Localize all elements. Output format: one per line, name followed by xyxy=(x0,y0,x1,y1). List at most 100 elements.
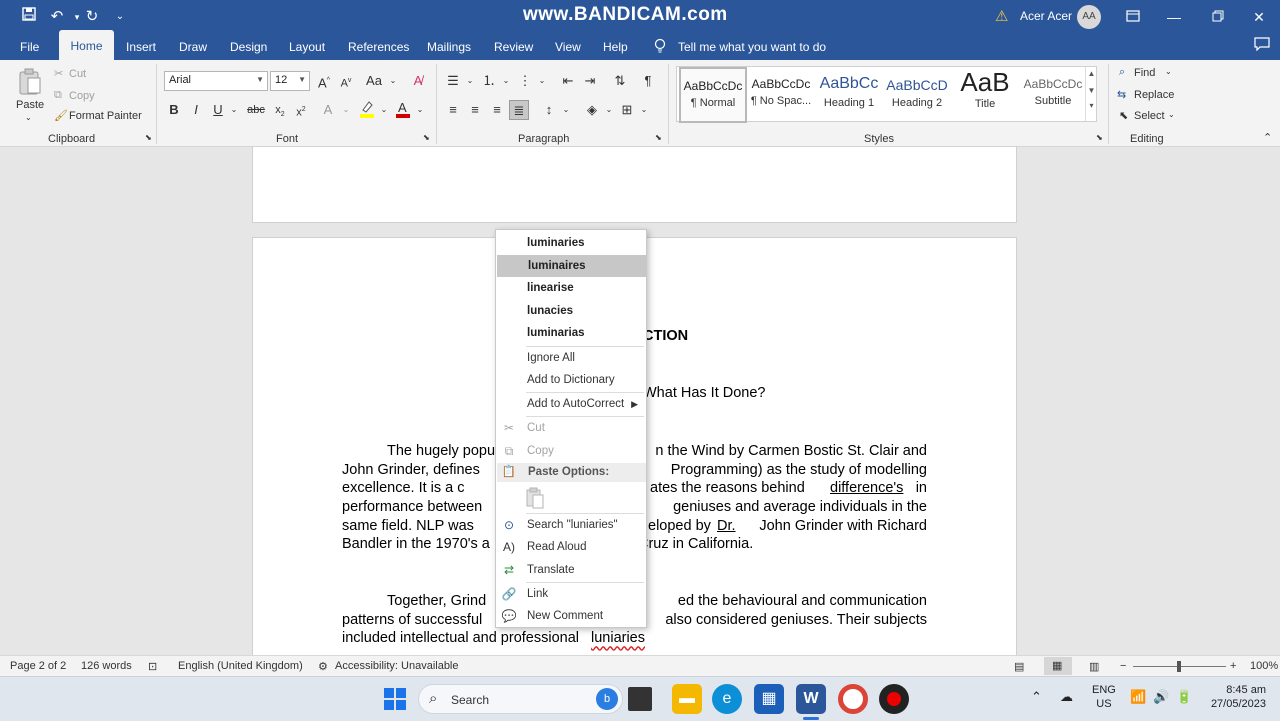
tab-view[interactable]: View xyxy=(555,40,581,54)
replace-icon[interactable]: ⇆ xyxy=(1117,88,1126,101)
tab-design[interactable]: Design xyxy=(230,40,267,54)
zoom-level[interactable]: 100% xyxy=(1250,660,1278,672)
increase-indent-icon[interactable]: ⇥ xyxy=(580,71,600,91)
grammar-flag[interactable]: difference's xyxy=(830,479,903,498)
multilevel-dropdown-icon[interactable]: ⌄ xyxy=(532,71,552,91)
superscript-icon[interactable]: x2 xyxy=(291,100,311,120)
paste-icon[interactable] xyxy=(17,68,43,98)
font-size-select[interactable]: 12 ▼ xyxy=(270,71,310,91)
copy-button[interactable]: Copy xyxy=(69,90,95,102)
strikethrough-icon[interactable]: abc xyxy=(246,100,266,120)
style-normal[interactable]: AaBbCcDc ¶ Normal xyxy=(679,67,747,123)
replace-button[interactable]: Replace xyxy=(1134,89,1174,101)
paste-keep-text-only-icon[interactable] xyxy=(525,487,547,509)
word-count[interactable]: 126 words xyxy=(81,660,132,672)
font-launcher-icon[interactable]: ⬊ xyxy=(423,133,430,142)
volume-icon[interactable]: 🔊 xyxy=(1153,689,1169,705)
subscript-icon[interactable]: x2 xyxy=(270,100,290,120)
styles-launcher-icon[interactable]: ⬊ xyxy=(1096,133,1103,142)
copy-item[interactable]: ⧉ Copy xyxy=(496,440,646,462)
shrink-font-icon[interactable]: Av xyxy=(336,71,356,91)
bold-icon[interactable]: B xyxy=(164,100,184,120)
paragraph-launcher-icon[interactable]: ⬊ xyxy=(655,133,662,142)
font-color-dropdown-icon[interactable]: ⌄ xyxy=(410,100,430,120)
italic-icon[interactable]: I xyxy=(186,100,206,120)
undo-icon[interactable]: ↶ xyxy=(46,6,68,28)
bandicam-icon[interactable] xyxy=(879,684,909,714)
web-layout-icon[interactable]: ▥ xyxy=(1089,660,1099,673)
redo-icon[interactable]: ↻ xyxy=(81,6,103,28)
tab-insert[interactable]: Insert xyxy=(126,40,156,54)
close-icon[interactable]: ✕ xyxy=(1244,6,1274,28)
align-right-icon[interactable]: ≡ xyxy=(487,100,507,120)
tab-home[interactable]: Home xyxy=(59,30,114,60)
suggestion-linearise[interactable]: linearise xyxy=(496,277,646,299)
collapse-ribbon-icon[interactable]: ⌃ xyxy=(1263,131,1272,144)
tab-review[interactable]: Review xyxy=(494,40,533,54)
ribbon-display-icon[interactable] xyxy=(1118,6,1148,28)
subtitle-fragment[interactable]: What Has It Done? xyxy=(643,385,766,401)
borders-dropdown-icon[interactable]: ⌄ xyxy=(634,100,654,120)
find-icon[interactable]: ⌕ xyxy=(1119,66,1125,79)
find-button[interactable]: Find xyxy=(1134,67,1155,79)
zoom-in-icon[interactable]: + xyxy=(1230,660,1236,672)
zoom-slider-thumb[interactable] xyxy=(1177,661,1181,672)
justify-icon[interactable]: ≣ xyxy=(509,100,529,120)
new-comment-item[interactable]: 💬 New Comment xyxy=(496,605,646,627)
decrease-indent-icon[interactable]: ⇤ xyxy=(558,71,578,91)
style-heading-1[interactable]: AaBbCc Heading 1 xyxy=(815,67,883,123)
add-to-autocorrect-item[interactable]: Add to AutoCorrect ▶ xyxy=(496,393,646,415)
format-painter-icon[interactable]: 🖌 xyxy=(54,109,68,122)
bullets-dropdown-icon[interactable]: ⌄ xyxy=(460,71,480,91)
store-icon[interactable]: ▦ xyxy=(754,684,784,714)
zoom-out-icon[interactable]: − xyxy=(1120,660,1126,672)
chevron-down-icon[interactable]: ▼ xyxy=(1086,86,1097,95)
show-formatting-icon[interactable]: ¶ xyxy=(638,71,658,91)
paste-button[interactable]: Paste xyxy=(16,99,44,111)
word-icon[interactable]: W xyxy=(796,684,826,714)
avatar[interactable]: AA xyxy=(1077,5,1101,29)
change-case-icon[interactable]: Aa xyxy=(364,71,384,91)
grammar-flag[interactable]: Dr. xyxy=(717,517,736,536)
styles-scroll[interactable]: ▲ ▼ ▾ xyxy=(1085,67,1097,121)
print-layout-button[interactable]: ▦ xyxy=(1044,657,1072,675)
align-center-icon[interactable]: ≡ xyxy=(465,100,485,120)
battery-icon[interactable]: 🔋 xyxy=(1176,689,1192,705)
account-name[interactable]: Acer Acer xyxy=(1020,9,1072,23)
warning-icon[interactable]: ⚠ xyxy=(995,7,1008,25)
chrome-icon[interactable] xyxy=(838,684,868,714)
translate-item[interactable]: ⇄ Translate xyxy=(496,559,646,581)
clock[interactable]: 8:45 am 27/05/2023 xyxy=(1208,684,1266,710)
page-1-bottom[interactable] xyxy=(252,147,1017,223)
align-left-icon[interactable]: ≡ xyxy=(443,100,463,120)
numbering-dropdown-icon[interactable]: ⌄ xyxy=(496,71,516,91)
tab-mailings[interactable]: Mailings xyxy=(427,40,471,54)
cut-button[interactable]: Cut xyxy=(69,68,86,80)
comments-icon[interactable] xyxy=(1254,37,1270,54)
find-dropdown-icon[interactable]: ⌄ xyxy=(1165,67,1172,76)
select-dropdown-icon[interactable]: ⌄ xyxy=(1168,110,1175,119)
add-to-dictionary-item[interactable]: Add to Dictionary xyxy=(496,369,646,391)
chevron-up-icon[interactable]: ▲ xyxy=(1086,69,1097,78)
link-item[interactable]: 🔗 Link xyxy=(496,583,646,605)
page-count[interactable]: Page 2 of 2 xyxy=(10,660,66,672)
ignore-all-item[interactable]: Ignore All xyxy=(496,347,646,369)
tab-file[interactable]: File xyxy=(20,40,39,54)
task-view-icon[interactable] xyxy=(628,687,652,711)
minimize-icon[interactable]: — xyxy=(1159,6,1189,28)
suggestion-luminarias[interactable]: luminarias xyxy=(496,322,646,344)
line-spacing-dropdown-icon[interactable]: ⌄ xyxy=(556,100,576,120)
paste-dropdown-icon[interactable]: ⌄ xyxy=(25,113,32,122)
suggestion-luminaries[interactable]: luminaries xyxy=(496,232,646,254)
suggestion-lunacies[interactable]: lunacies xyxy=(496,300,646,322)
start-icon[interactable] xyxy=(380,684,410,714)
tab-draw[interactable]: Draw xyxy=(179,40,207,54)
tell-me-search[interactable]: Tell me what you want to do xyxy=(678,40,826,54)
clear-formatting-icon[interactable]: A̸ xyxy=(408,71,428,91)
bing-icon[interactable]: b xyxy=(596,688,618,710)
style-heading-2[interactable]: AaBbCcD Heading 2 xyxy=(883,67,951,123)
network-status-icon[interactable]: ☁ xyxy=(1060,689,1073,705)
shading-dropdown-icon[interactable]: ⌄ xyxy=(599,100,619,120)
cut-item[interactable]: ✂ Cut xyxy=(496,417,646,439)
misspelled-word[interactable]: luniaries xyxy=(591,629,645,648)
